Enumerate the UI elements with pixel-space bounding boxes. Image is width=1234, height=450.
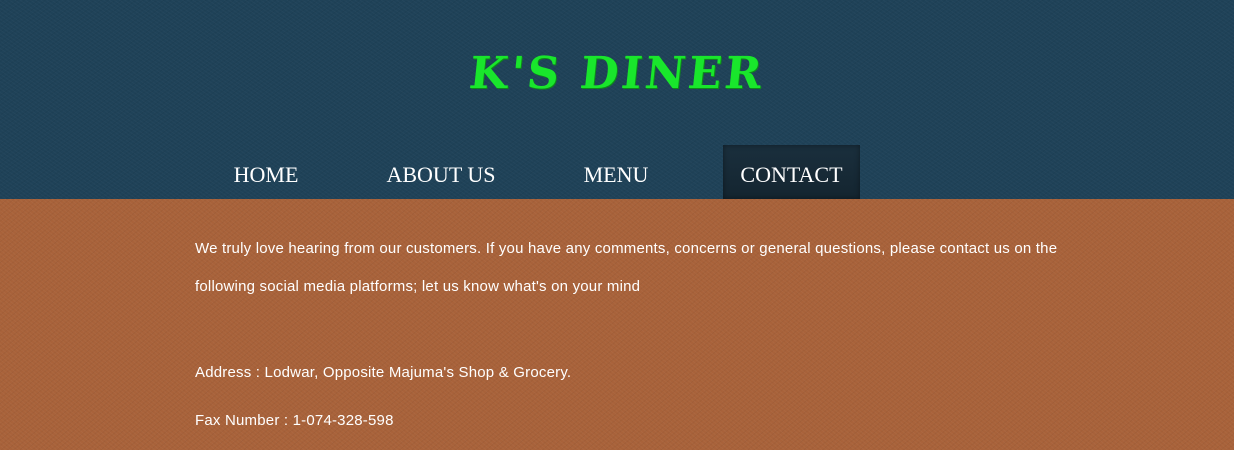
site-logo[interactable]: K'S DINER	[0, 48, 1234, 99]
site-header: K'S DINER HOME ABOUT US MENU CONTACT	[0, 0, 1234, 199]
nav-contact[interactable]: CONTACT	[723, 145, 860, 199]
contact-intro-text: We truly love hearing from our customers…	[195, 240, 1058, 295]
main-nav: HOME ABOUT US MENU CONTACT	[0, 145, 1234, 199]
nav-menu[interactable]: MENU	[567, 145, 665, 199]
fax-number-text: Fax Number : 1-074-328-598	[195, 412, 394, 429]
contact-content: We truly love hearing from our customers…	[0, 199, 1234, 450]
address-text: Address : Lodwar, Opposite Majuma's Shop…	[195, 364, 572, 381]
nav-about-us[interactable]: ABOUT US	[372, 145, 510, 199]
nav-home[interactable]: HOME	[215, 145, 317, 199]
